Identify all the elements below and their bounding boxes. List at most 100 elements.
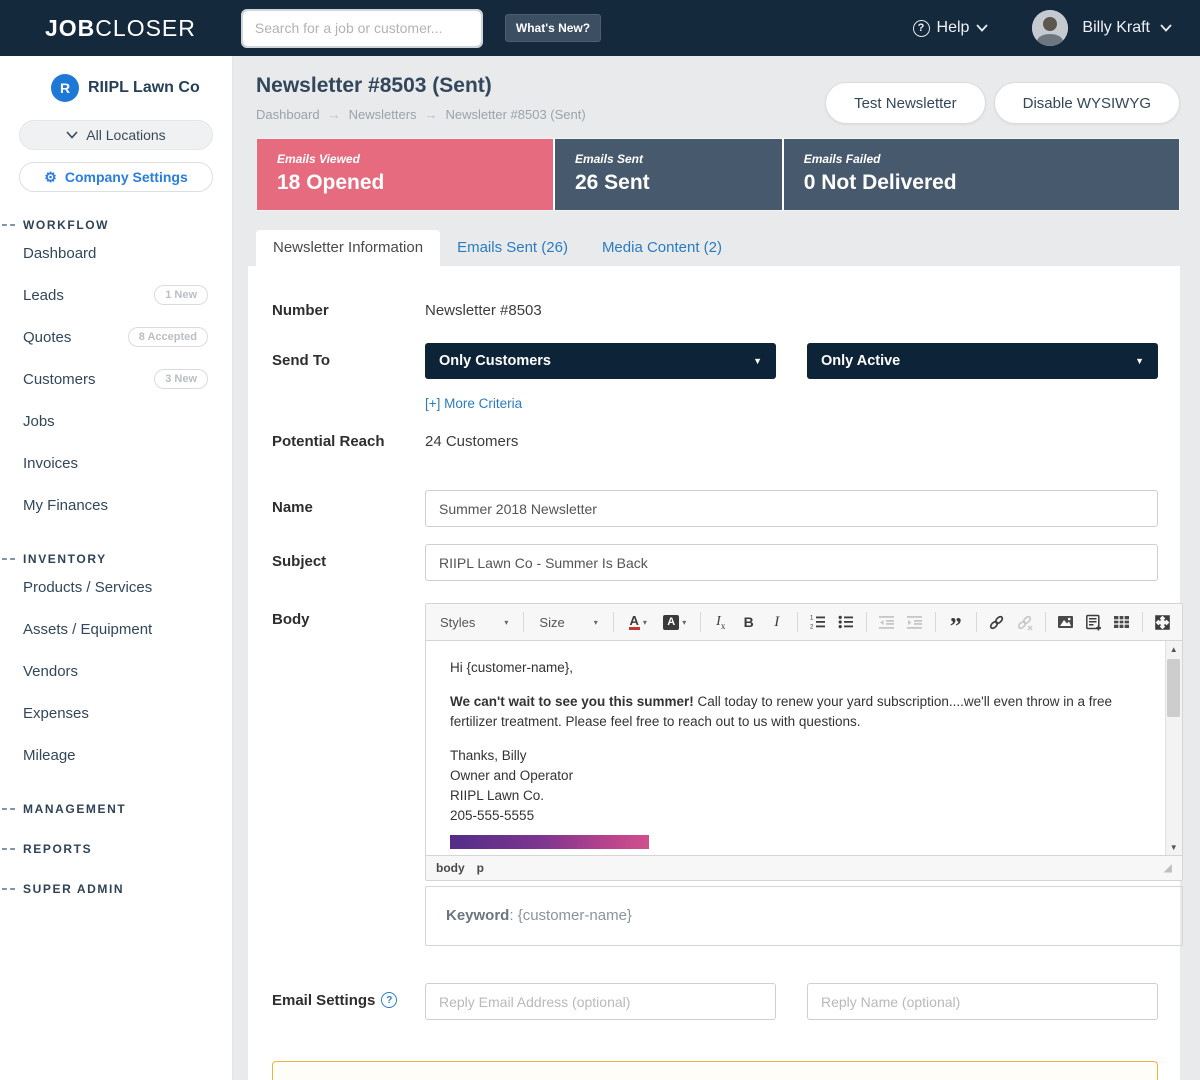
sidebar-section-super-admin[interactable]: SUPER ADMIN xyxy=(0,882,232,896)
svg-text:1: 1 xyxy=(810,616,814,622)
more-criteria-link[interactable]: [+] More Criteria xyxy=(425,396,522,411)
signature-line: 205-555-5555 xyxy=(450,806,1137,826)
maximize-button[interactable] xyxy=(1150,609,1176,635)
breadcrumb-newsletters[interactable]: Newsletters xyxy=(349,107,417,122)
element-path-body[interactable]: body xyxy=(436,861,465,875)
reply-inputs xyxy=(425,983,1158,1020)
subject-input[interactable] xyxy=(425,544,1158,581)
logo-bold: JOB xyxy=(45,15,95,41)
sidebar-item-label: Jobs xyxy=(23,413,55,430)
remove-format-button[interactable]: Ix xyxy=(708,609,734,635)
stat-label: Emails Sent xyxy=(575,152,762,166)
dash-icon xyxy=(2,808,15,810)
locations-dropdown[interactable]: All Locations xyxy=(19,120,213,150)
send-to-select-audience[interactable]: Only Customers ▼ xyxy=(425,343,776,379)
navbar-right: ? Help Billy Kraft xyxy=(913,10,1172,46)
embedded-banner-image xyxy=(450,835,649,849)
sidebar-section-reports[interactable]: REPORTS xyxy=(0,842,232,856)
scrollbar-thumb[interactable] xyxy=(1167,659,1180,717)
section-header: INVENTORY xyxy=(0,552,232,566)
send-to-row: Send To Only Customers ▼ Only Active ▼ [… xyxy=(272,343,1158,413)
numbered-list-icon: 12 xyxy=(810,614,826,630)
sidebar-item-dashboard[interactable]: Dashboard xyxy=(0,232,232,274)
text-color-button[interactable]: A ▾ xyxy=(621,609,655,635)
table-button[interactable] xyxy=(1109,609,1135,635)
bold-button[interactable]: B xyxy=(736,609,762,635)
bullet-list-button[interactable] xyxy=(833,609,859,635)
blockquote-button[interactable]: ” xyxy=(943,609,969,635)
background-color-button[interactable]: A ▾ xyxy=(657,609,693,635)
signature-line: Owner and Operator xyxy=(450,766,1137,786)
reply-email-input[interactable] xyxy=(425,983,776,1020)
sidebar-item-vendors[interactable]: Vendors xyxy=(0,650,232,692)
breadcrumb-dashboard[interactable]: Dashboard xyxy=(256,107,320,122)
sidebar-item-jobs[interactable]: Jobs xyxy=(0,400,232,442)
link-button[interactable] xyxy=(984,609,1010,635)
unlink-button[interactable] xyxy=(1012,609,1038,635)
potential-reach-row: Potential Reach 24 Customers xyxy=(272,433,1158,450)
send-to-selects: Only Customers ▼ Only Active ▼ xyxy=(425,343,1158,379)
caret-down-icon: ▼ xyxy=(1135,356,1144,366)
user-menu[interactable]: Billy Kraft xyxy=(1082,19,1172,37)
sidebar-item-quotes[interactable]: Quotes8 Accepted xyxy=(0,316,232,358)
search-input[interactable] xyxy=(243,11,481,46)
send-to-select-status[interactable]: Only Active ▼ xyxy=(807,343,1158,379)
tab-newsletter-information[interactable]: Newsletter Information xyxy=(256,230,440,266)
potential-reach-label: Potential Reach xyxy=(272,433,425,450)
maximize-icon xyxy=(1154,614,1171,631)
sidebar-item-expenses[interactable]: Expenses xyxy=(0,692,232,734)
sidebar-item-customers[interactable]: Customers3 New xyxy=(0,358,232,400)
dash-icon xyxy=(2,888,15,890)
reply-name-input[interactable] xyxy=(807,983,1158,1020)
sidebar-section-management[interactable]: MANAGEMENT xyxy=(0,802,232,816)
newsletter-information-panel: Number Newsletter #8503 Send To Only Cus… xyxy=(248,266,1180,1080)
numbered-list-button[interactable]: 12 xyxy=(805,609,831,635)
insert-template-button[interactable] xyxy=(1081,609,1107,635)
send-warning-banner: Ready to send your newsletter? Please ch… xyxy=(272,1061,1158,1080)
question-circle-icon[interactable]: ? xyxy=(381,992,397,1008)
email-settings-fields xyxy=(425,983,1158,1020)
email-settings-row: Email Settings? xyxy=(272,983,1158,1020)
help-menu[interactable]: ? Help xyxy=(913,19,989,37)
size-dropdown[interactable]: Size ▾ xyxy=(531,611,605,634)
caret-down-icon: ▾ xyxy=(504,618,508,627)
body-field: Styles ▾ Size ▾ A ▾ xyxy=(425,603,1183,946)
resize-handle-icon[interactable]: ◢ xyxy=(1164,863,1172,874)
sidebar-item-products-services[interactable]: Products / Services xyxy=(0,566,232,608)
editor-scrollbar[interactable]: ▲ ▼ xyxy=(1165,641,1182,855)
styles-dropdown[interactable]: Styles ▾ xyxy=(432,611,516,634)
sidebar-item-assets-equipment[interactable]: Assets / Equipment xyxy=(0,608,232,650)
tab-media-content[interactable]: Media Content (2) xyxy=(585,230,739,266)
editor-text: Hi {customer-name}, We can't wait to see… xyxy=(426,641,1182,849)
person-icon xyxy=(1032,10,1068,46)
editor-content-area[interactable]: Hi {customer-name}, We can't wait to see… xyxy=(426,641,1182,855)
sidebar-item-invoices[interactable]: Invoices xyxy=(0,442,232,484)
sidebar-item-mileage[interactable]: Mileage xyxy=(0,734,232,776)
italic-button[interactable]: I xyxy=(764,609,790,635)
send-to-label: Send To xyxy=(272,343,425,413)
sidebar-item-leads[interactable]: Leads1 New xyxy=(0,274,232,316)
sidebar-item-my-finances[interactable]: My Finances xyxy=(0,484,232,526)
scroll-down-icon[interactable]: ▼ xyxy=(1165,839,1182,855)
toolbar-separator xyxy=(1142,612,1143,632)
disable-wysiwyg-button[interactable]: Disable WYSIWYG xyxy=(994,82,1180,124)
user-avatar[interactable] xyxy=(1032,10,1068,46)
whats-new-button[interactable]: What's New? xyxy=(505,14,601,42)
tab-emails-sent[interactable]: Emails Sent (26) xyxy=(440,230,585,266)
scroll-up-icon[interactable]: ▲ xyxy=(1165,641,1182,657)
svg-text:2: 2 xyxy=(810,625,814,630)
image-button[interactable] xyxy=(1053,609,1079,635)
increase-indent-button[interactable] xyxy=(902,609,928,635)
help-label: Help xyxy=(937,19,970,37)
gear-icon: ⚙ xyxy=(44,170,57,184)
company-settings-button[interactable]: ⚙ Company Settings xyxy=(19,162,213,192)
element-path-p[interactable]: p xyxy=(477,861,484,875)
section-header: SUPER ADMIN xyxy=(0,882,232,896)
email-settings-label: Email Settings xyxy=(272,992,375,1009)
leads-badge: 1 New xyxy=(154,285,208,305)
decrease-indent-button[interactable] xyxy=(874,609,900,635)
name-input[interactable] xyxy=(425,490,1158,527)
dash-icon xyxy=(2,848,15,850)
sidebar-item-label: Customers xyxy=(23,371,96,388)
test-newsletter-button[interactable]: Test Newsletter xyxy=(825,82,986,124)
